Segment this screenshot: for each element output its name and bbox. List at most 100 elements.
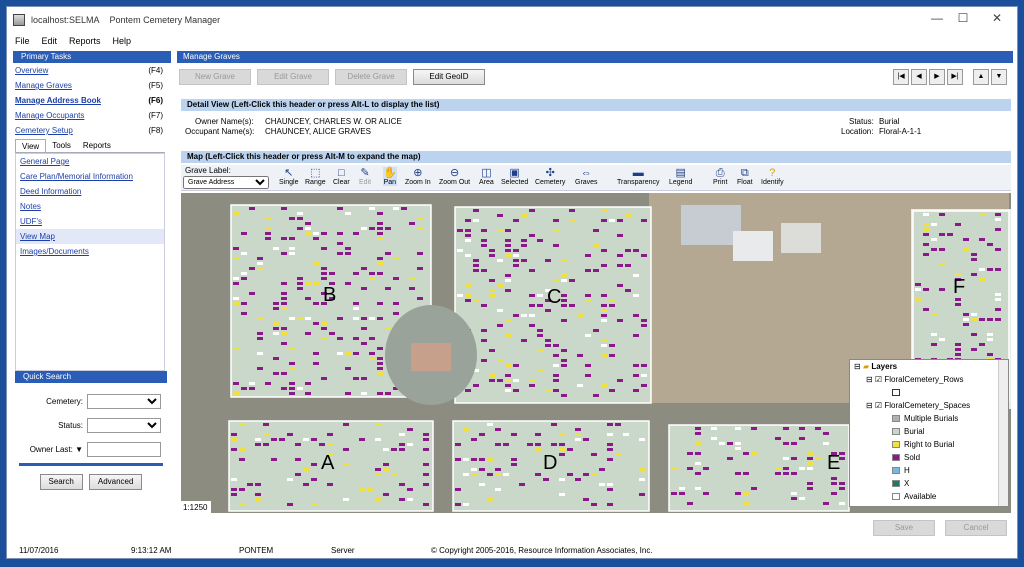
grave-plot[interactable]: [583, 498, 589, 501]
grave-plot[interactable]: [311, 503, 317, 506]
grave-plot[interactable]: [399, 448, 405, 451]
grave-plot[interactable]: [527, 443, 533, 446]
grave-plot[interactable]: [561, 359, 567, 362]
grave-plot[interactable]: [393, 257, 399, 260]
grave-plot[interactable]: [249, 387, 255, 390]
grave-plot[interactable]: [359, 488, 365, 491]
grave-plot[interactable]: [377, 237, 383, 240]
grave-plot[interactable]: [297, 227, 303, 230]
grave-plot[interactable]: [409, 287, 415, 290]
grave-plot[interactable]: [383, 463, 389, 466]
grave-plot[interactable]: [553, 344, 559, 347]
grave-plot[interactable]: [633, 334, 639, 337]
grave-plot[interactable]: [281, 332, 287, 335]
grave-plot[interactable]: [281, 282, 287, 285]
grave-plot[interactable]: [585, 334, 591, 337]
grave-plot[interactable]: [473, 219, 479, 222]
grave-plot[interactable]: [529, 234, 535, 237]
grave-plot[interactable]: [519, 483, 525, 486]
grave-plot[interactable]: [367, 488, 373, 491]
grave-plot[interactable]: [537, 329, 543, 332]
grave-plot[interactable]: [423, 463, 429, 466]
grave-plot[interactable]: [383, 448, 389, 451]
owner-dropdown-icon[interactable]: ▼: [75, 445, 83, 454]
save-button[interactable]: Save: [873, 520, 935, 536]
grave-plot[interactable]: [505, 319, 511, 322]
grave-plot[interactable]: [393, 207, 399, 210]
grave-plot[interactable]: [727, 442, 733, 445]
grave-plot[interactable]: [521, 239, 527, 242]
spaces-layer[interactable]: ⊟ ☑ FloralCemetery_Spaces: [866, 399, 970, 412]
grave-plot[interactable]: [393, 302, 399, 305]
grave-plot[interactable]: [305, 332, 311, 335]
grave-plot[interactable]: [545, 259, 551, 262]
grave-plot[interactable]: [489, 249, 495, 252]
grave-plot[interactable]: [353, 377, 359, 380]
grave-plot[interactable]: [569, 219, 575, 222]
new-grave-button[interactable]: New Grave: [179, 69, 251, 85]
grave-plot[interactable]: [535, 443, 541, 446]
grave-plot[interactable]: [287, 433, 293, 436]
grave-plot[interactable]: [417, 297, 423, 300]
grave-plot[interactable]: [497, 309, 503, 312]
delete-grave-button[interactable]: Delete Grave: [335, 69, 407, 85]
layers-scrollbar[interactable]: [998, 360, 1008, 506]
grave-plot[interactable]: [839, 487, 845, 490]
grave-plot[interactable]: [385, 392, 391, 395]
grave-plot[interactable]: [615, 453, 621, 456]
grave-plot[interactable]: [305, 222, 311, 225]
grave-plot[interactable]: [327, 433, 333, 436]
grave-plot[interactable]: [601, 344, 607, 347]
task-manage-occupants[interactable]: Manage Occupants (F7): [13, 108, 171, 123]
grave-plot[interactable]: [575, 438, 581, 441]
grave-plot[interactable]: [249, 292, 255, 295]
grave-plot[interactable]: [529, 324, 535, 327]
grave-plot[interactable]: [257, 262, 263, 265]
grave-plot[interactable]: [465, 239, 471, 242]
grave-plot[interactable]: [639, 468, 645, 471]
prev-record-icon[interactable]: ◀: [911, 69, 927, 85]
grave-plot[interactable]: [695, 487, 701, 490]
grave-plot[interactable]: [831, 477, 837, 480]
grave-plot[interactable]: [313, 282, 319, 285]
grave-plot[interactable]: [971, 348, 977, 351]
grave-plot[interactable]: [417, 267, 423, 270]
grave-plot[interactable]: [995, 298, 1001, 301]
grave-plot[interactable]: [995, 228, 1001, 231]
grave-plot[interactable]: [337, 232, 343, 235]
grave-plot[interactable]: [695, 452, 701, 455]
grave-plot[interactable]: [543, 478, 549, 481]
grave-plot[interactable]: [305, 317, 311, 320]
grave-plot[interactable]: [545, 389, 551, 392]
grave-plot[interactable]: [487, 498, 493, 501]
grave-plot[interactable]: [553, 364, 559, 367]
grave-plot[interactable]: [503, 443, 509, 446]
grave-plot[interactable]: [593, 269, 599, 272]
grave-plot[interactable]: [255, 483, 261, 486]
grave-plot[interactable]: [679, 487, 685, 490]
grave-plot[interactable]: [321, 232, 327, 235]
grave-plot[interactable]: [923, 308, 929, 311]
grave-plot[interactable]: [567, 473, 573, 476]
grave-plot[interactable]: [305, 232, 311, 235]
grave-plot[interactable]: [601, 339, 607, 342]
grave-plot[interactable]: [273, 372, 279, 375]
next-record-icon[interactable]: ▶: [929, 69, 945, 85]
grave-plot[interactable]: [529, 384, 535, 387]
grave-plot[interactable]: [345, 352, 351, 355]
grave-plot[interactable]: [537, 349, 543, 352]
layers-root[interactable]: ⊟ ▰ Layers: [854, 360, 897, 373]
grave-plot[interactable]: [289, 387, 295, 390]
grave-plot[interactable]: [791, 472, 797, 475]
grave-plot[interactable]: [607, 503, 613, 506]
grave-plot[interactable]: [505, 239, 511, 242]
grave-plot[interactable]: [479, 433, 485, 436]
grave-plot[interactable]: [391, 448, 397, 451]
grave-plot[interactable]: [377, 257, 383, 260]
grave-plot[interactable]: [617, 379, 623, 382]
grave-plot[interactable]: [465, 389, 471, 392]
grave-plot[interactable]: [593, 329, 599, 332]
move-down-icon[interactable]: ▼: [991, 69, 1007, 85]
grave-plot[interactable]: [735, 442, 741, 445]
grave-plot[interactable]: [807, 452, 813, 455]
